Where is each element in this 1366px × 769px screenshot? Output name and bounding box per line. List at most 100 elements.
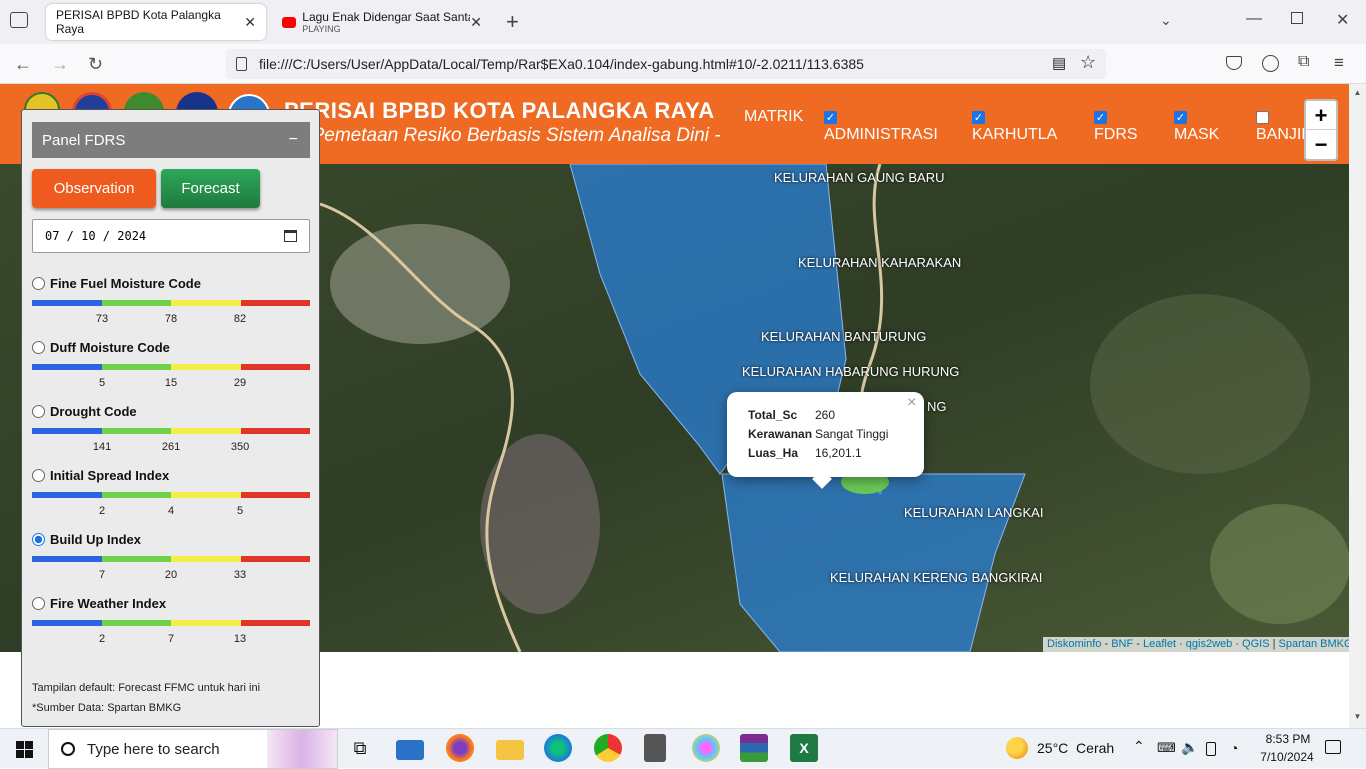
tab-youtube[interactable]: Lagu Enak Didengar Saat Santai PLAYING ✕ xyxy=(272,4,492,40)
index-name: Duff Moisture Code xyxy=(50,340,170,355)
radio-button[interactable] xyxy=(32,597,45,610)
index-name: Drought Code xyxy=(50,404,137,419)
layer-toggle-karhutla[interactable]: ✓ KARHUTLA xyxy=(972,111,1057,144)
new-tab-button[interactable]: + xyxy=(506,9,519,35)
layer-checkbox[interactable]: ✓ xyxy=(824,111,837,124)
close-icon[interactable]: ✕ xyxy=(470,14,482,31)
zoom-out-button[interactable]: − xyxy=(1306,130,1336,159)
index-color-scale xyxy=(32,300,310,306)
index-option[interactable]: Drought Code xyxy=(32,404,137,419)
radio-button[interactable] xyxy=(32,341,45,354)
volume-icon[interactable]: 🔈 xyxy=(1181,739,1198,756)
weather-icon xyxy=(1006,737,1028,759)
layer-checkbox[interactable]: ✓ xyxy=(1174,111,1187,124)
search-box[interactable]: Type here to search xyxy=(48,729,338,769)
index-option[interactable]: Initial Spread Index xyxy=(32,468,169,483)
map-attribution: Diskominfo - BNF - Leaflet · qgis2web · … xyxy=(1043,637,1349,652)
attribution-link[interactable]: qgis2web xyxy=(1186,638,1232,650)
windows-start-icon[interactable] xyxy=(16,741,33,758)
forward-icon[interactable]: → xyxy=(51,54,69,75)
layer-label: FDRS xyxy=(1094,126,1138,143)
index-option[interactable]: Fire Weather Index xyxy=(32,596,166,611)
tab-subtitle: PLAYING xyxy=(302,24,341,34)
clock-time[interactable]: 8:53 PM xyxy=(1260,732,1316,746)
account-icon[interactable] xyxy=(1262,55,1279,72)
chrome-icon[interactable] xyxy=(594,734,622,762)
battery-icon[interactable] xyxy=(1206,742,1216,756)
attribution-link[interactable]: BNF xyxy=(1111,638,1133,650)
close-icon[interactable]: ✕ xyxy=(244,14,256,31)
firefox-icon[interactable] xyxy=(446,734,474,762)
popup-close-button[interactable]: × xyxy=(907,394,916,412)
date-input[interactable]: 07 / 10 / 2024 xyxy=(32,219,310,253)
file-icon xyxy=(236,57,247,71)
panel-source: *Sumber Data: Spartan BMKG xyxy=(32,702,182,714)
popup-value: Sangat Tinggi xyxy=(815,427,889,441)
minimize-icon[interactable]: — xyxy=(1246,10,1262,28)
radio-button[interactable] xyxy=(32,533,45,546)
close-window-icon[interactable]: ✕ xyxy=(1336,10,1349,30)
file-explorer-icon[interactable] xyxy=(496,740,524,760)
index-option[interactable]: Build Up Index xyxy=(32,532,141,547)
ime-icon[interactable]: ⌨ xyxy=(1157,740,1176,756)
layer-checkbox[interactable] xyxy=(1256,111,1269,124)
scroll-down-icon[interactable]: ▼ xyxy=(1349,712,1366,721)
layer-label: MASK xyxy=(1174,126,1220,143)
index-option[interactable]: Duff Moisture Code xyxy=(32,340,170,355)
scroll-up-icon[interactable]: ▲ xyxy=(1349,88,1366,97)
layer-checkbox[interactable]: ✓ xyxy=(972,111,985,124)
map-label: KELURAHAN KERENG BANGKIRAI xyxy=(830,570,1043,585)
chevron-up-icon[interactable]: ⌃ xyxy=(1133,738,1145,755)
collapse-button[interactable]: − xyxy=(289,131,298,149)
mail-icon[interactable] xyxy=(396,740,424,760)
layer-toggle-fdrs[interactable]: ✓ FDRS xyxy=(1094,111,1138,144)
tab-list-icon[interactable] xyxy=(10,12,28,28)
layer-checkbox[interactable]: ✓ xyxy=(1094,111,1107,124)
calendar-icon[interactable] xyxy=(284,230,297,242)
popup-key: Luas_Ha xyxy=(748,446,799,460)
index-option[interactable]: Fine Fuel Moisture Code xyxy=(32,276,201,291)
weather-text[interactable]: 25°C Cerah xyxy=(1037,740,1114,756)
page-title: PERISAI BPBD KOTA PALANGKA RAYA xyxy=(284,98,715,123)
attribution-link[interactable]: QGIS xyxy=(1242,638,1270,650)
layer-toggle-mask[interactable]: ✓ MASK xyxy=(1174,111,1219,144)
edge-icon[interactable] xyxy=(544,734,572,762)
excel-icon[interactable]: X xyxy=(790,734,818,762)
search-highlight-image xyxy=(267,730,337,768)
panel-header[interactable]: Panel FDRS − xyxy=(32,122,310,158)
radio-button[interactable] xyxy=(32,405,45,418)
winrar-icon[interactable] xyxy=(740,734,768,762)
observation-button[interactable]: Observation xyxy=(32,169,156,208)
page-scrollbar[interactable]: ▲ ▼ xyxy=(1349,84,1366,728)
extensions-icon[interactable]: ⧉ xyxy=(1298,53,1309,71)
matrik-link[interactable]: MATRIK xyxy=(744,108,803,126)
clock-date[interactable]: 7/10/2024 xyxy=(1256,750,1318,764)
layer-toggle-administrasi[interactable]: ✓ ADMINISTRASI xyxy=(824,111,938,144)
bookmark-star-icon[interactable]: ☆ xyxy=(1080,52,1096,73)
tab-title: Lagu Enak Didengar Saat Santai xyxy=(302,10,471,24)
forecast-button[interactable]: Forecast xyxy=(161,169,260,208)
map-label: KELURAHAN KAHARAKAN xyxy=(798,255,962,270)
attribution-sep: | xyxy=(1269,638,1279,650)
chevron-down-icon[interactable]: ⌄ xyxy=(1160,12,1172,29)
reader-icon[interactable]: ▤ xyxy=(1052,54,1066,72)
task-view-icon[interactable]: ⧉ xyxy=(346,734,374,762)
index-color-scale xyxy=(32,492,310,498)
attribution-link[interactable]: Diskominfo xyxy=(1047,638,1101,650)
paint-icon[interactable] xyxy=(692,734,720,762)
notification-icon[interactable] xyxy=(1325,740,1341,754)
calculator-icon[interactable] xyxy=(644,734,666,762)
reload-icon[interactable]: ↻ xyxy=(88,54,103,75)
wifi-icon[interactable]: ◔ xyxy=(1230,740,1238,756)
back-icon[interactable]: ← xyxy=(14,54,32,75)
attribution-link[interactable]: Leaflet xyxy=(1143,638,1176,650)
url-bar[interactable]: file:///C:/Users/User/AppData/Local/Temp… xyxy=(226,49,1106,79)
radio-button[interactable] xyxy=(32,277,45,290)
restore-icon[interactable] xyxy=(1291,12,1303,24)
tab-perisai[interactable]: PERISAI BPBD Kota Palangka Raya ✕ xyxy=(46,4,266,40)
map-label: NG xyxy=(927,399,947,414)
radio-button[interactable] xyxy=(32,469,45,482)
zoom-in-button[interactable]: + xyxy=(1306,101,1336,130)
attribution-link[interactable]: Spartan BMKG xyxy=(1279,638,1349,650)
menu-icon[interactable]: ≡ xyxy=(1334,53,1344,73)
